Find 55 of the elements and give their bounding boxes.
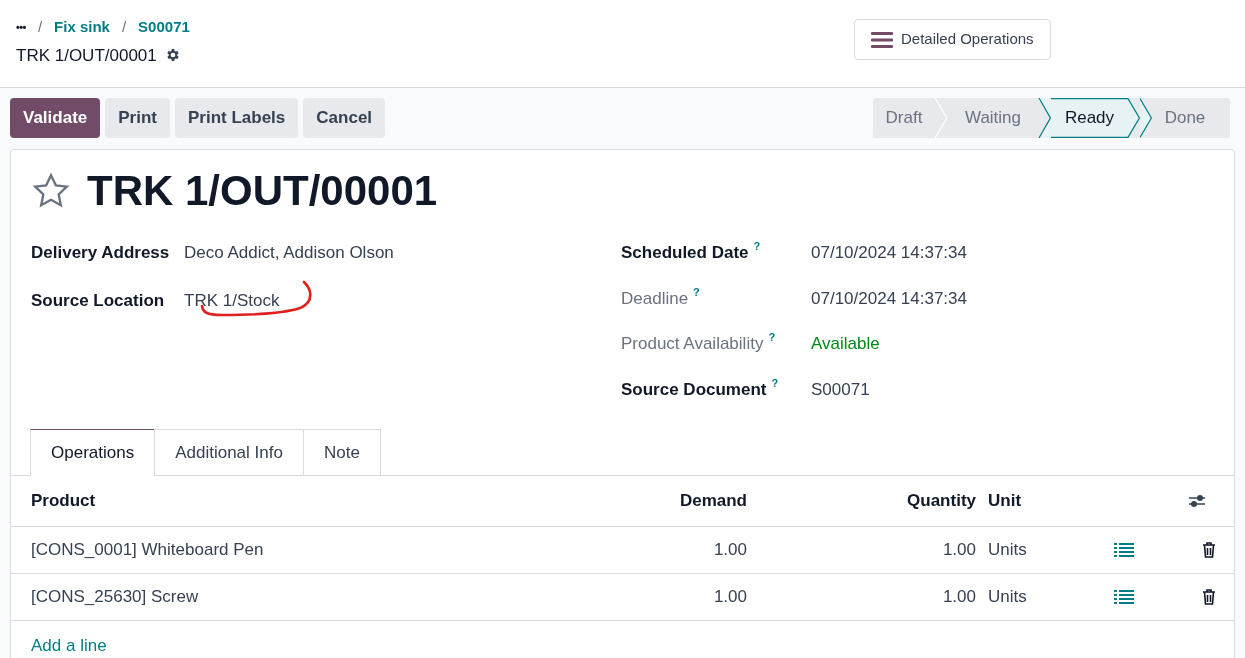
table-cell-text: 1.00 (941, 586, 976, 609)
breadcrumb-menu[interactable]: ••• (16, 19, 26, 36)
table-cell-text: 1.00 (712, 539, 747, 562)
field-label: Delivery Address (31, 242, 171, 264)
action-button[interactable]: Print Labels (175, 98, 299, 138)
field-label: Source Location (31, 289, 166, 312)
chevron-divider (1038, 98, 1051, 138)
column-header[interactable]: Quantity (747, 488, 976, 514)
chevron-divider (934, 98, 947, 138)
menu-icon (871, 30, 893, 49)
action-button[interactable]: Cancel (303, 98, 386, 138)
column-header[interactable]: Product (11, 488, 531, 514)
table-cell-text: Units (988, 539, 1028, 562)
trash-icon[interactable] (1202, 589, 1216, 605)
add-line-link[interactable]: Add a line (31, 636, 107, 655)
column-header[interactable]: Unit (988, 488, 1088, 514)
form-tab[interactable]: Additional Info (154, 429, 304, 476)
help-tooltip-mark[interactable]: ? (693, 285, 700, 298)
form-tab[interactable]: Note (302, 429, 381, 476)
action-button[interactable]: Print (105, 98, 170, 138)
breadcrumb-link[interactable]: Fix sink (54, 16, 110, 39)
breadcrumb-separator: / (37, 17, 43, 37)
table-cell-text: [CONS_25630] Screw (30, 586, 200, 609)
column-header[interactable]: Demand (531, 488, 747, 514)
field-value[interactable]: 07/10/2024 14:37:34 (811, 240, 967, 266)
action-button[interactable]: Validate (10, 98, 101, 138)
detailed-operations-button[interactable]: Detailed Operations (854, 19, 1051, 60)
field-value[interactable]: 07/10/2024 14:37:34 (811, 285, 967, 311)
help-tooltip-mark[interactable]: ? (768, 331, 776, 343)
table-cell-text: [CONS_0001] Whiteboard Pen (30, 539, 265, 562)
field-value[interactable]: TRK 1/Stock (184, 287, 280, 313)
list-icon[interactable] (1114, 542, 1134, 558)
field-value[interactable]: S00071 (811, 376, 870, 402)
status-stage[interactable]: Waiting (947, 98, 1051, 138)
trash-icon[interactable] (1202, 542, 1216, 558)
breadcrumb-separator: / (121, 17, 127, 37)
form-tab[interactable]: Operations (30, 429, 156, 476)
chevron-divider (1140, 98, 1153, 138)
list-icon[interactable] (1114, 589, 1134, 605)
status-stage[interactable]: Done (1140, 98, 1230, 138)
field-value[interactable]: Available (811, 331, 880, 357)
table-cell-text: Units (988, 586, 1028, 609)
field-label: Deadline (621, 287, 689, 310)
table-cell-text: 1.00 (941, 539, 976, 562)
table-cell-text: 1.00 (712, 586, 747, 609)
column-settings-icon[interactable] (1188, 492, 1206, 510)
help-tooltip-mark[interactable]: ? (753, 240, 761, 252)
field-label: Scheduled Date (621, 242, 749, 264)
record-name: TRK 1/OUT/00001 (16, 44, 157, 67)
field-value[interactable]: Deco Addict, Addison Olson (184, 240, 394, 266)
field-label: Product Availability (621, 333, 764, 355)
breadcrumb-link[interactable]: S00071 (138, 16, 190, 39)
help-tooltip-mark[interactable]: ? (771, 376, 779, 389)
record-title: TRK 1/OUT/00001 (87, 170, 438, 212)
field-label: Source Document (621, 378, 767, 401)
